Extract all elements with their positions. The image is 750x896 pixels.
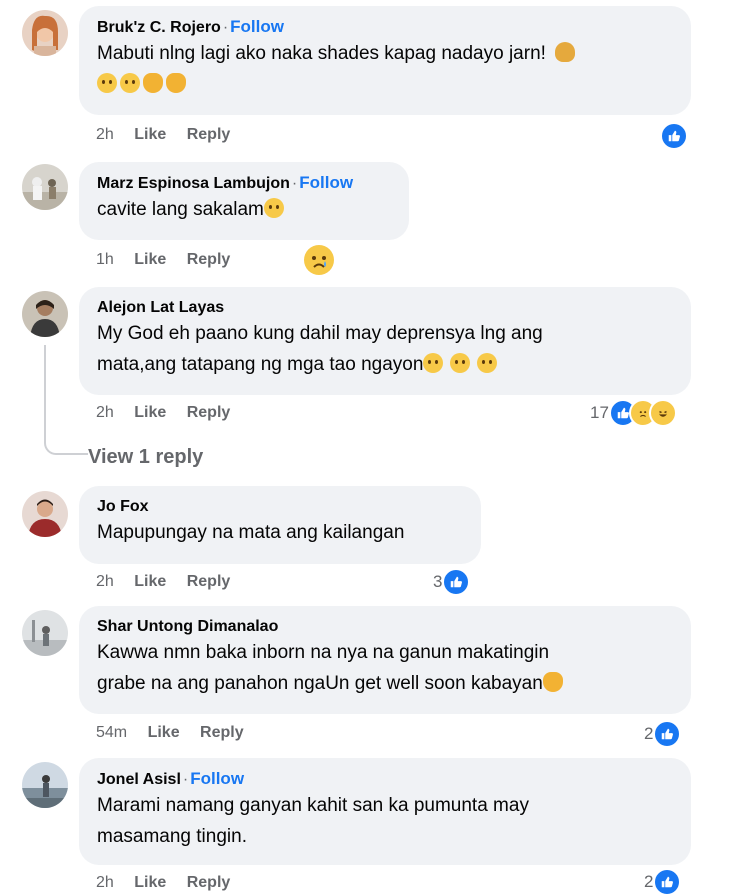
avatar[interactable] [22,762,68,808]
reply-button[interactable]: Reply [187,404,231,421]
rofl-emoji-icon [263,198,284,218]
unamused-emoji-icon [423,353,444,373]
avatar[interactable] [22,10,68,56]
commenter-name[interactable]: Shar Untong Dimanalao [97,618,278,635]
commenter-name[interactable]: Jonel Asisl [97,771,181,788]
comment-text-line: Kawwa nmn baka inborn na nya na ganun ma… [97,642,550,663]
comment-text-line: Marami namang ganyan kahit san ka pumunt… [97,795,529,816]
grin-emoji-icon [97,73,117,93]
person-emoji-icon [555,42,576,62]
follow-button[interactable]: Follow [230,17,284,36]
comment-bubble: Alejon Lat Layas My God eh paano kung da… [79,287,691,395]
like-button[interactable]: Like [134,874,166,891]
reaction-summary[interactable] [660,122,688,150]
reply-button[interactable]: Reply [187,251,231,268]
reaction-count: 2 [644,724,654,743]
haha-reaction-icon [648,399,677,427]
reply-button[interactable]: Reply [200,724,244,741]
avatar[interactable] [22,491,68,537]
comment-bubble: Bruk'z C. Rojero · Follow Mabuti nlng lagi… [79,6,691,115]
separator-dot: · [222,19,229,36]
reaction-summary[interactable]: 2 [644,720,682,748]
reply-button[interactable]: Reply [187,874,231,891]
comment-bubble: Shar Untong Dimanalao Kawwa nmn baka inb… [79,606,691,714]
comment-text-line: Mapupungay na mata ang kailangan [97,522,405,543]
comment-text: Mapupungay na mata ang kailangan [97,517,463,548]
unamused-emoji-icon [477,353,498,373]
comment-text: cavite lang sakalam [97,194,391,225]
reply-button[interactable]: Reply [187,573,231,590]
comment-text-line: cavite lang sakalam [97,199,264,220]
like-button[interactable]: Like [148,724,180,741]
like-reaction-icon [660,122,688,150]
like-reaction-icon [653,720,682,748]
sad-reaction-icon[interactable] [304,245,334,275]
avatar[interactable] [22,291,68,337]
timestamp[interactable]: 2h [96,573,114,590]
commenter-name[interactable]: Jo Fox [97,498,149,515]
timestamp[interactable]: 2h [96,126,114,143]
timestamp[interactable]: 2h [96,874,114,891]
comment-text: Kawwa nmn baka inborn na nya na ganun ma… [97,637,673,699]
comment-meta: 2h Like Reply [96,126,230,144]
like-button[interactable]: Like [134,404,166,421]
comment-text-line: Mabuti nlng lagi ako naka shades kapag n… [97,43,546,64]
follow-button[interactable]: Follow [190,769,244,788]
comment-text-line: grabe na ang panahon ngaUn get well soon… [97,673,543,694]
comment-bubble: Marz Espinosa Lambujon · Follow cavite lan… [79,162,409,240]
reaction-count: 3 [433,572,443,591]
like-reaction-icon [442,568,471,596]
comment-meta: 2h Like Reply [96,404,230,422]
comment-meta: 2h Like Reply [96,874,230,892]
avatar[interactable] [22,610,68,656]
reaction-summary[interactable]: 3 [433,568,471,596]
timestamp[interactable]: 2h [96,404,114,421]
comment-text: Mabuti nlng lagi ako naka shades kapag n… [97,38,673,100]
separator-dot: · [182,771,189,788]
separator-dot: · [291,175,298,192]
comment-text: Marami namang ganyan kahit san ka pumunt… [97,790,673,852]
timestamp[interactable]: 54m [96,724,127,741]
comment-text-line: My God eh paano kung dahil may deprensya… [97,323,543,344]
follow-button[interactable]: Follow [299,173,353,192]
commenter-name[interactable]: Bruk'z C. Rojero [97,19,221,36]
commenter-name[interactable]: Alejon Lat Layas [97,299,224,316]
reaction-summary[interactable]: 17 [590,399,677,427]
grin-emoji-icon [120,73,140,93]
comment-text: My God eh paano kung dahil may deprensya… [97,318,673,380]
comment-text-line: mata,ang tatapang ng mga tao ngayon [97,354,424,375]
comment-meta: 1h Like Reply [96,251,230,269]
avatar[interactable] [22,164,68,210]
victory-hand-emoji-icon [143,73,163,93]
comment-meta: 2h Like Reply [96,573,230,591]
comment-meta: 54m Like Reply [96,724,244,742]
like-button[interactable]: Like [134,126,166,143]
comment-bubble: Jonel Asisl · Follow Marami namang ganyan … [79,758,691,865]
ok-hand-emoji-icon [166,73,186,93]
timestamp[interactable]: 1h [96,251,114,268]
reply-thread-line [44,345,88,455]
like-button[interactable]: Like [134,251,166,268]
reaction-count: 2 [644,872,654,891]
folded-hands-emoji-icon [542,672,563,692]
comment-text-line: masamang tingin. [97,826,247,847]
unamused-emoji-icon [450,353,471,373]
reply-button[interactable]: Reply [187,126,231,143]
commenter-name[interactable]: Marz Espinosa Lambujon [97,175,290,192]
reaction-count: 17 [590,403,609,422]
comment-bubble: Jo Fox Mapupungay na mata ang kailangan [79,486,481,564]
like-button[interactable]: Like [134,573,166,590]
view-replies-link[interactable]: View 1 reply [88,446,203,469]
